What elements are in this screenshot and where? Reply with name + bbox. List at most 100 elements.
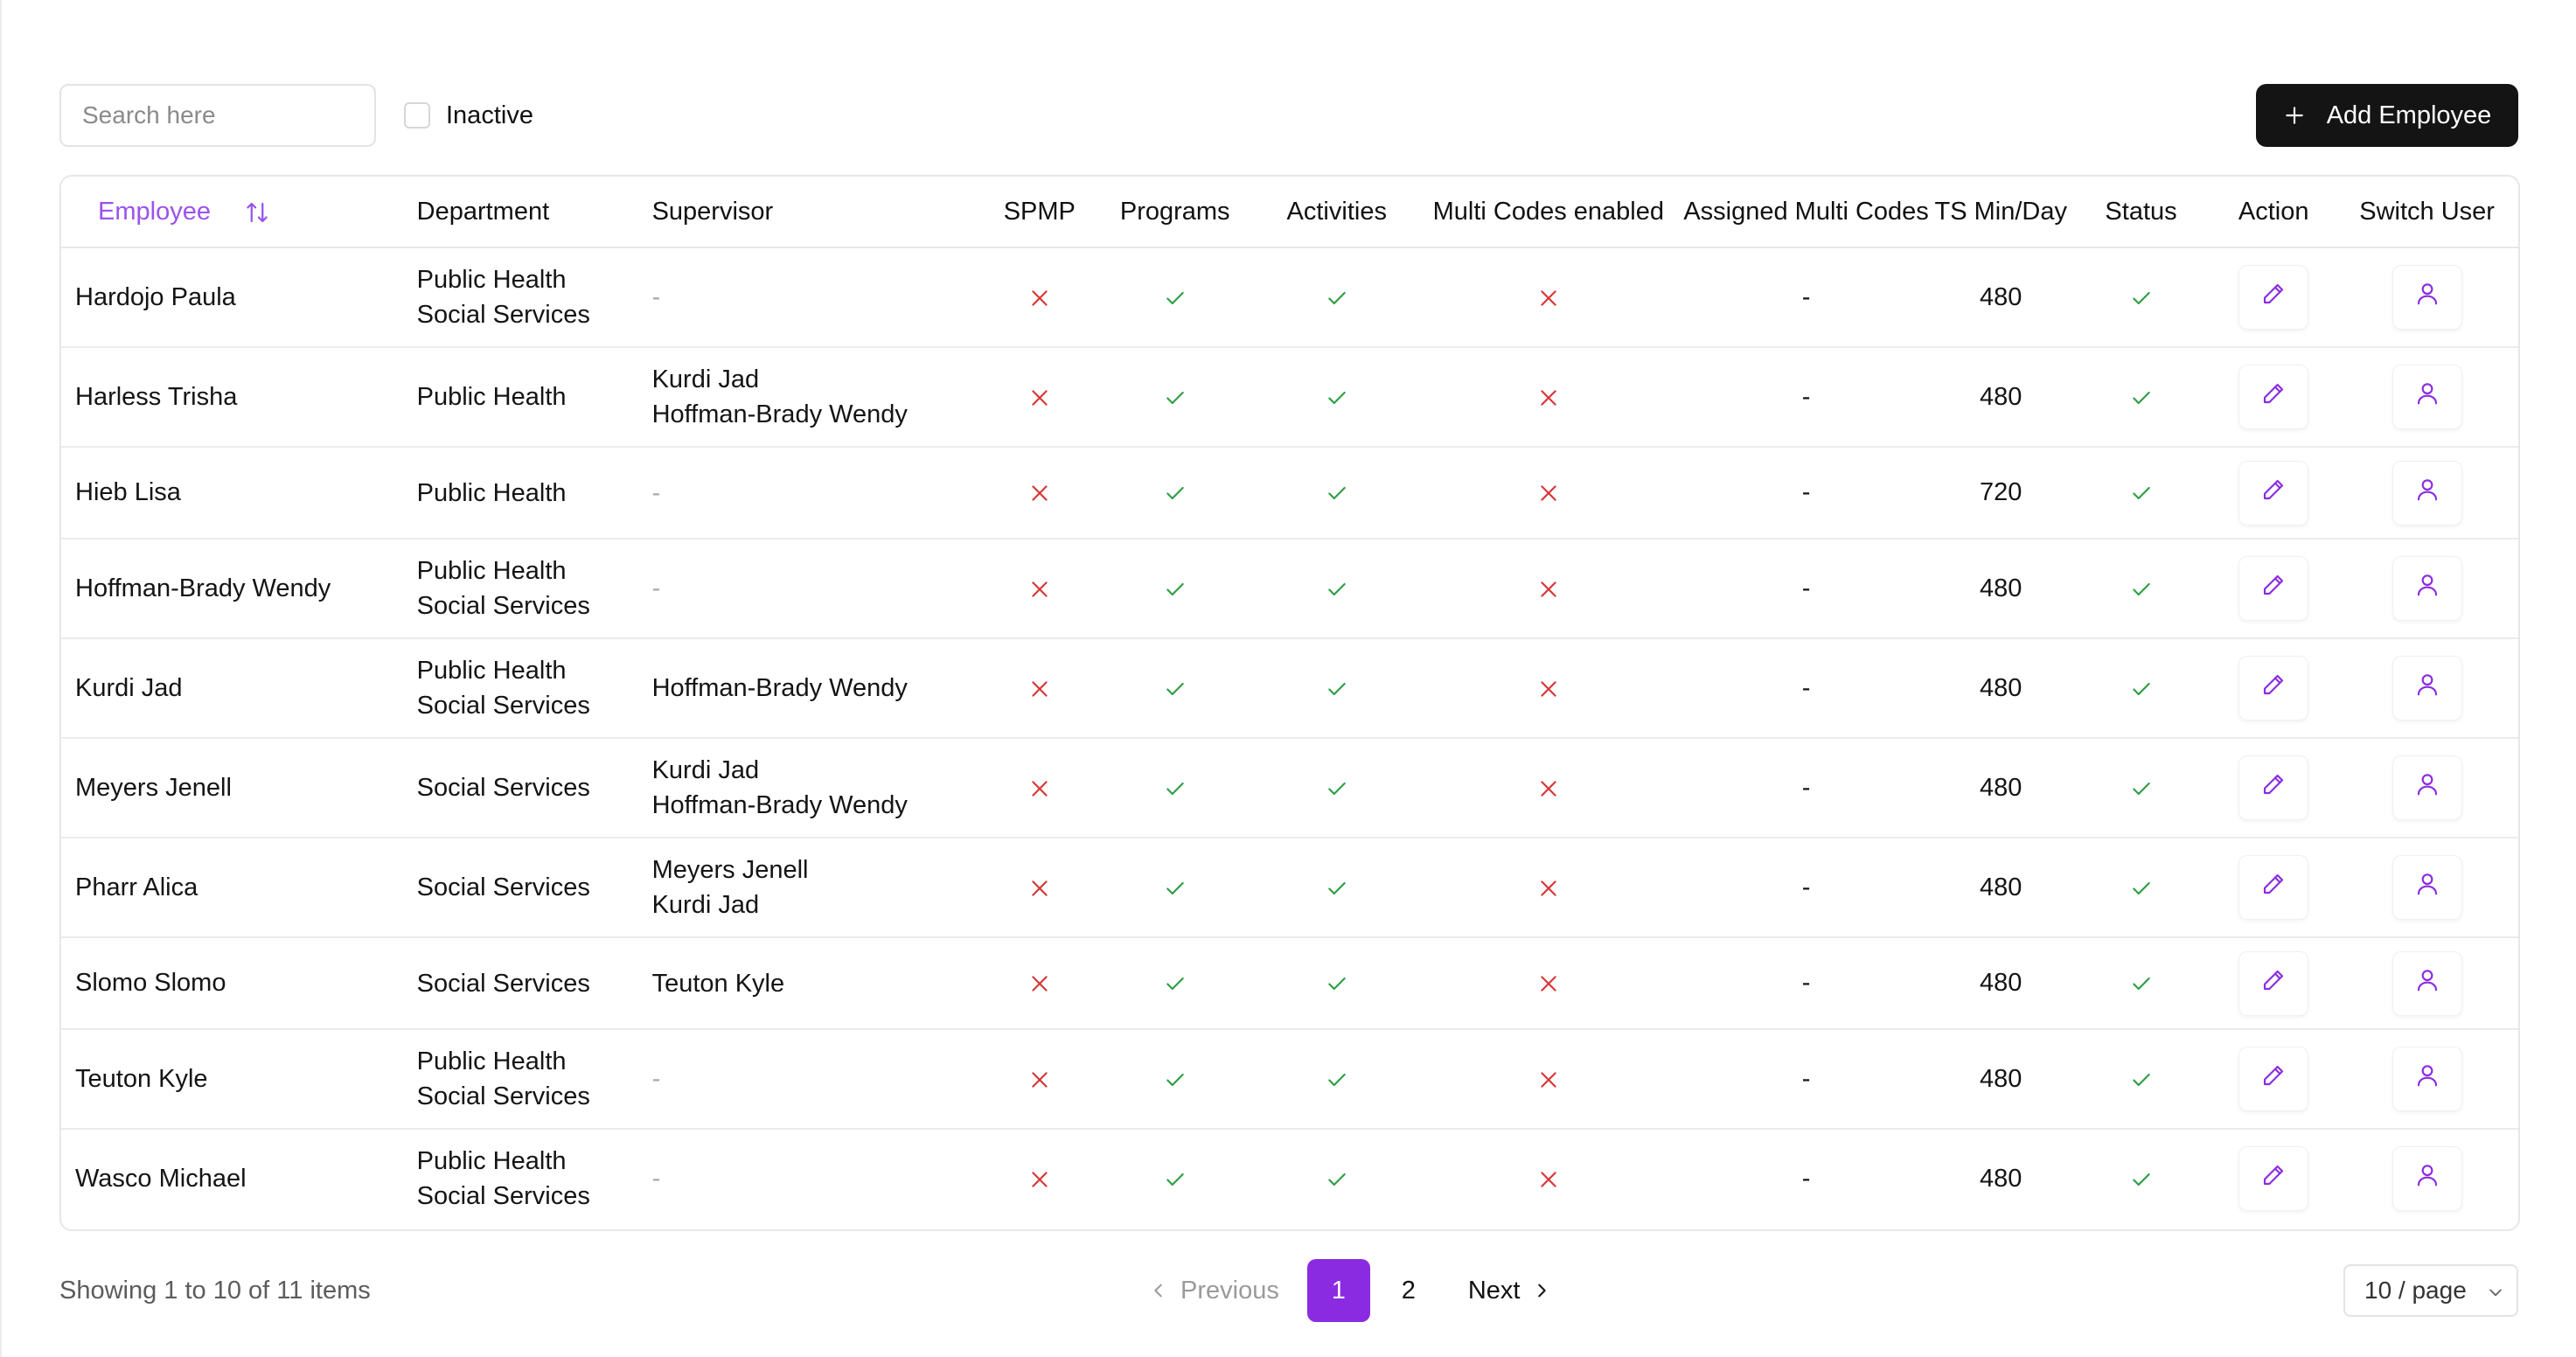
employee-name: Hoffman-Brady Wendy [61,539,417,639]
check-icon [1326,482,1348,505]
table-row[interactable]: Pharr Alica Social Services Meyers Jenell K… [61,838,2518,938]
programs-cell [1092,937,1258,1030]
edit-employee-button[interactable] [2238,365,2309,429]
department-cell: Public Health [416,447,652,539]
activities-cell [1257,838,1417,938]
spmp-cell [986,1029,1093,1130]
table-row[interactable]: Hardojo Paula Public Health Social Service… [61,247,2518,348]
status-cell [2070,539,2212,639]
search-input[interactable] [59,84,376,147]
employee-name: Wasco Michael [75,1164,247,1193]
supervisor: Hoffman-Brady Wendy [651,791,908,819]
previous-label: Previous [1180,1276,1279,1305]
check-icon [2130,386,2153,409]
add-employee-button[interactable]: Add Employee [2256,84,2518,147]
switch-user-cell [2336,738,2518,839]
employee-name: Slomo Slomo [61,937,417,1030]
pagination-footer: Showing 1 to 10 of 11 items Previous 1 2… [59,1259,2518,1322]
page-size-select[interactable]: 10 / page [2343,1264,2518,1317]
table-row[interactable]: Harless Trisha Public Health Kurdi Jad Hoff… [61,347,2518,448]
department: Social Services [416,873,590,901]
check-icon [1164,1068,1187,1091]
assigned-multi-codes: - [1681,738,1932,839]
department-cell: Public Health Social Services [416,638,652,739]
switch-user-cell [2336,247,2518,348]
switch-user-button[interactable] [2392,1146,2462,1211]
pencil-icon [2259,966,2287,1001]
page-button-1[interactable]: 1 [1306,1259,1370,1322]
inactive-filter[interactable]: Inactive [404,84,533,147]
department-cell: Public Health Social Services [416,539,652,639]
switch-user-button[interactable] [2392,855,2462,920]
sort-arrows-icon[interactable] [244,199,270,226]
table-row[interactable]: Wasco Michael Public Health Social Service… [61,1129,2518,1228]
edit-employee-button[interactable] [2238,460,2309,525]
edit-employee-button[interactable] [2238,755,2309,820]
x-icon [1028,1168,1051,1191]
department: Social Services [416,301,590,329]
switch-user-button[interactable] [2392,1047,2462,1111]
supervisor: Kurdi Jad [651,891,760,919]
switch-user-button[interactable] [2392,460,2462,525]
spmp-cell [986,937,1093,1030]
edit-employee-button[interactable] [2238,950,2309,1016]
employee-name: Hieb Lisa [61,447,417,539]
spmp-cell [986,447,1093,539]
next-page-button[interactable]: Next [1468,1277,1552,1305]
switch-user-button[interactable] [2392,950,2462,1016]
check-icon [1326,1168,1348,1191]
edit-employee-button[interactable] [2238,855,2309,920]
ts-min-day: 480 [1931,638,2071,739]
supervisor: - [651,574,661,602]
programs-cell [1092,539,1258,639]
activities-cell [1257,539,1417,639]
check-icon [2130,287,2153,310]
user-icon [2413,671,2441,706]
switch-user-cell [2336,539,2518,639]
table-row[interactable]: Kurdi Jad Public Health Social Services Hof… [61,638,2518,739]
department: Social Services [416,774,590,802]
assigned-multi-codes: - [1681,638,1932,739]
supervisor-cell: - [651,1029,987,1130]
switch-user-button[interactable] [2392,755,2462,820]
edit-employee-button[interactable] [2238,656,2309,720]
check-icon [1164,678,1187,700]
ts-min-day: 480 [1980,1164,2023,1193]
x-icon [1537,287,1560,310]
activities-cell [1257,1029,1417,1130]
inactive-checkbox[interactable] [404,102,430,129]
user-icon [2413,571,2441,606]
multi-codes-enabled-cell [1416,539,1681,639]
assigned-multi-codes: - [1681,347,1932,448]
switch-user-button[interactable] [2392,556,2462,621]
switch-user-button[interactable] [2392,265,2462,330]
multi-codes-enabled-cell [1416,738,1681,839]
chevron-right-icon [1538,1284,1547,1298]
edit-employee-button[interactable] [2238,1047,2309,1111]
table-row[interactable]: Hieb Lisa Public Health - -720 [61,447,2518,539]
edit-employee-button[interactable] [2238,1146,2309,1211]
table-row[interactable]: Slomo Slomo Social Services Teuton Kyle -48… [61,937,2518,1030]
edit-employee-button[interactable] [2238,556,2309,621]
department: Public Health [416,657,567,685]
check-icon [2130,578,2153,601]
assigned-multi-codes: - [1681,838,1932,938]
x-icon [1028,877,1051,900]
x-icon [1537,877,1560,900]
department: Social Services [416,692,590,720]
switch-user-button[interactable] [2392,656,2462,720]
edit-employee-button[interactable] [2238,265,2309,330]
switch-user-button[interactable] [2392,365,2462,429]
column-header-action: Action [2211,177,2336,248]
previous-page-button[interactable]: Previous [1149,1277,1279,1305]
supervisor-cell: - [652,1129,987,1228]
table-row[interactable]: Teuton Kyle Public Health Social Services -… [61,1029,2518,1130]
action-cell [2211,539,2336,639]
page-button-2[interactable]: 2 [1377,1259,1440,1322]
department: Public Health [416,266,567,294]
table-row[interactable]: Meyers Jenell Social Services Kurdi Jad Hof… [61,738,2518,839]
programs-cell [1092,838,1258,938]
table-row[interactable]: Hoffman-Brady Wendy Public Health Social S… [61,539,2518,639]
spmp-cell [986,247,1093,348]
column-header-employee[interactable]: Employee [61,177,417,248]
